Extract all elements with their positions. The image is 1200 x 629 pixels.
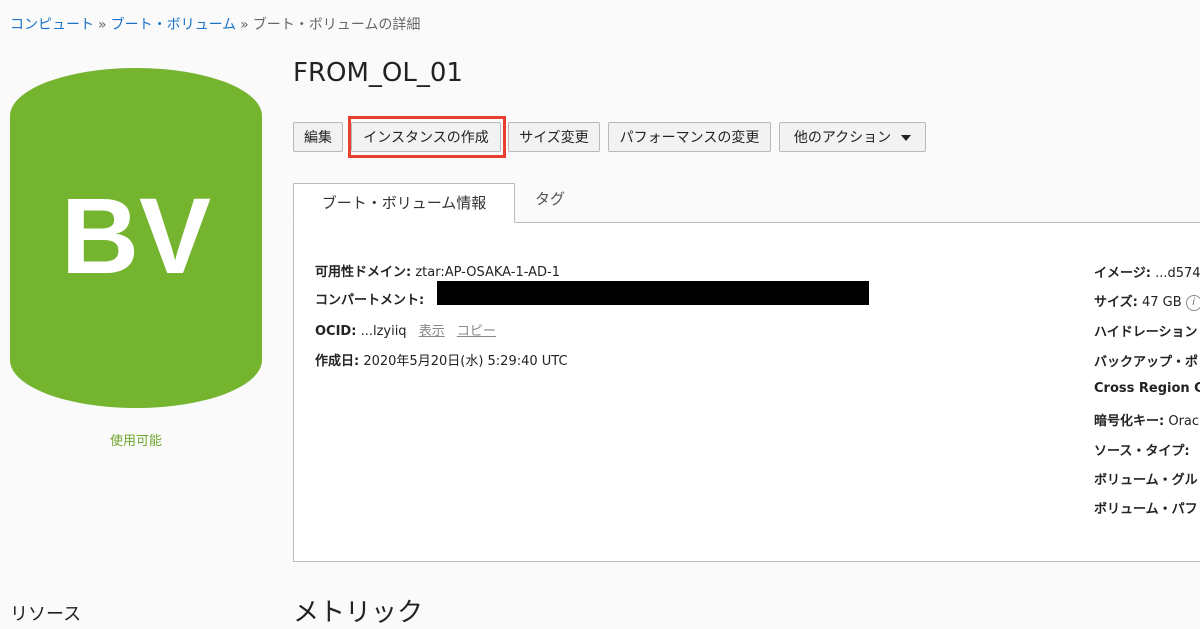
encryption-value: Orac: [1168, 414, 1200, 429]
ocid-label: OCID:: [315, 324, 357, 339]
size-label: サイズ:: [1094, 295, 1138, 310]
highlight-annotation: [348, 116, 506, 158]
volume-group-row: ボリューム・グル: [1094, 469, 1198, 488]
size-row: サイズ: 47 GB i: [1094, 291, 1200, 311]
breadcrumb-separator: »: [98, 17, 107, 33]
availability-domain-row: 可用性ドメイン: ztar:AP-OSAKA-1-AD-1: [315, 261, 560, 280]
source-type-label: ソース・タイプ:: [1094, 444, 1190, 459]
redacted-block: [437, 281, 869, 305]
breadcrumb-boot-volumes-link[interactable]: ブート・ボリューム: [111, 17, 237, 33]
tab-tags[interactable]: タグ: [520, 180, 580, 220]
resources-heading: リソース: [10, 604, 82, 625]
status-label: 使用可能: [109, 434, 162, 449]
breadcrumb-current: ブート・ボリュームの詳細: [252, 17, 421, 33]
volume-performance-label: ボリューム・パフ: [1094, 502, 1198, 517]
breadcrumb: コンピュート» ブート・ボリューム» ブート・ボリュームの詳細: [10, 14, 420, 34]
edit-button[interactable]: 編集: [293, 122, 343, 152]
created-value: 2020年5月20日(水) 5:29:40 UTC: [363, 354, 568, 369]
cross-region-label: Cross Region C: [1094, 381, 1200, 396]
backup-label: バックアップ・ポ: [1094, 355, 1199, 370]
more-actions-label: 他のアクション: [793, 130, 892, 146]
compartment-label: コンパートメント:: [315, 293, 425, 308]
ocid-copy-link[interactable]: コピー: [457, 324, 496, 339]
compartment-row: コンパートメント:: [315, 289, 424, 308]
created-label: 作成日:: [315, 354, 360, 369]
ocid-row: OCID: ...lzyiiq 表示 コピー: [315, 320, 496, 339]
breadcrumb-compute-link[interactable]: コンピュート: [10, 17, 94, 33]
image-row: イメージ: ...d574: [1094, 262, 1200, 281]
breadcrumb-separator: »: [240, 17, 249, 33]
backup-row: バックアップ・ポ: [1094, 351, 1198, 370]
volume-group-label: ボリューム・グル: [1094, 473, 1198, 488]
more-actions-button[interactable]: 他のアクション: [779, 122, 926, 152]
ocid-show-link[interactable]: 表示: [419, 324, 445, 339]
tab-boot-volume-info[interactable]: ブート・ボリューム情報: [293, 183, 515, 223]
resize-button[interactable]: サイズ変更: [508, 122, 600, 152]
encryption-row: 暗号化キー: Orac: [1094, 410, 1199, 429]
caret-down-icon: [901, 135, 912, 141]
change-performance-button[interactable]: パフォーマンスの変更: [608, 122, 771, 152]
cylinder-icon: BV: [10, 68, 262, 408]
info-icon[interactable]: i: [1185, 294, 1200, 311]
availability-domain-label: 可用性ドメイン:: [315, 265, 412, 280]
hydration-row: ハイドレーション: [1094, 321, 1197, 340]
availability-domain-value: ztar:AP-OSAKA-1-AD-1: [415, 265, 560, 280]
size-value: 47 GB: [1141, 295, 1182, 310]
encryption-label: 暗号化キー:: [1094, 414, 1165, 429]
image-label: イメージ:: [1094, 266, 1151, 281]
page-title: FROM_OL_01: [293, 58, 463, 88]
volume-performance-row: ボリューム・パフ: [1094, 498, 1198, 517]
boot-volume-icon-text: BV: [61, 175, 211, 296]
ocid-value: ...lzyiiq: [360, 324, 407, 339]
hydration-label: ハイドレーション: [1094, 325, 1198, 340]
cross-region-row: Cross Region C: [1094, 381, 1200, 396]
boot-volume-icon: BV: [10, 68, 262, 408]
created-row: 作成日: 2020年5月20日(水) 5:29:40 UTC: [315, 350, 568, 369]
source-type-row: ソース・タイプ:: [1094, 440, 1190, 459]
metrics-heading: メトリック: [293, 598, 424, 628]
image-value: ...d574: [1155, 266, 1200, 281]
